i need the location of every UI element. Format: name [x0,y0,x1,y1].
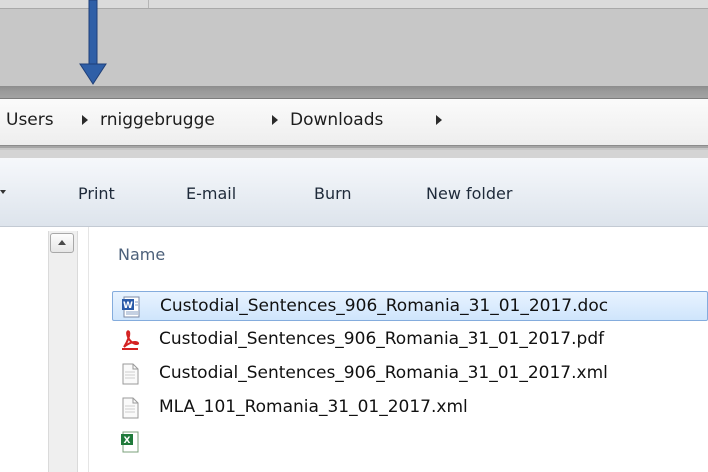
file-name: Custodial_Sentences_906_Romania_31_01_20… [159,329,605,349]
file-row[interactable]: W Custodial_Sentences_906_Romania_31_01_… [112,291,708,321]
nav-scrollbar[interactable] [48,231,78,472]
navigation-pane [0,227,88,472]
burn-button[interactable]: Burn [314,184,352,203]
down-arrow-annotation [79,0,107,85]
scroll-up-button[interactable] [50,233,74,253]
file-row[interactable]: X [112,427,708,457]
breadcrumb-users[interactable]: Users [6,110,54,130]
file-name: Custodial_Sentences_906_Romania_31_01_20… [160,296,609,316]
toolbar-gap [0,150,708,158]
svg-text:W: W [123,301,133,311]
file-row[interactable]: Custodial_Sentences_906_Romania_31_01_20… [112,325,708,355]
chevron-right-icon[interactable] [272,115,278,125]
chevron-down-icon[interactable] [0,190,6,194]
new-folder-button[interactable]: New folder [426,184,512,203]
chevron-right-icon[interactable] [82,115,88,125]
file-list-area: Name W Custodial_Sentences_906_Romania_3… [0,227,708,472]
address-bar[interactable]: Users rniggebrugge Downloads [0,98,708,146]
word-doc-icon: W [122,296,140,318]
file-row[interactable]: Custodial_Sentences_906_Romania_31_01_20… [112,359,708,389]
column-header-name[interactable]: Name [118,245,165,264]
pdf-icon [122,330,140,350]
xml-file-icon [122,363,139,385]
chevron-right-icon[interactable] [436,115,442,125]
pane-divider[interactable] [88,227,89,472]
print-button[interactable]: Print [78,184,115,203]
strip-divider [148,0,149,8]
file-name: Custodial_Sentences_906_Romania_31_01_20… [159,363,608,383]
command-toolbar: Print E-mail Burn New folder [0,158,708,227]
breadcrumb-user[interactable]: rniggebrugge [100,110,215,130]
file-name: MLA_101_Romania_31_01_2017.xml [159,397,468,417]
xml-file-icon [122,397,139,419]
excel-icon: X [121,431,139,453]
breadcrumb-downloads[interactable]: Downloads [290,110,383,130]
file-row[interactable]: MLA_101_Romania_31_01_2017.xml [112,393,708,423]
email-button[interactable]: E-mail [186,184,236,203]
svg-text:X: X [124,436,131,446]
arrow-up-icon [58,240,66,245]
